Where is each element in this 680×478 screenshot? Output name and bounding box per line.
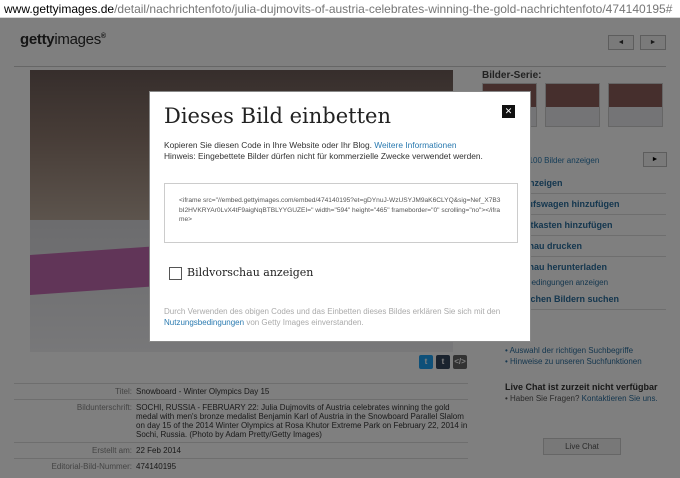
address-bar[interactable]: www.gettyimages.de/detail/nachrichtenfot… bbox=[0, 0, 680, 18]
dialog-description: Kopieren Sie diesen Code in Ihre Website… bbox=[164, 140, 483, 161]
dialog-title: Dieses Bild einbetten bbox=[164, 104, 391, 128]
url-host: www.gettyimages.de bbox=[4, 2, 115, 16]
terms-link[interactable]: Nutzungsbedingungen bbox=[164, 318, 244, 327]
dialog-hint: Hinweis: Eingebettete Bilder dürfen nich… bbox=[164, 151, 483, 161]
preview-checkbox[interactable] bbox=[169, 267, 182, 280]
browser-window: www.gettyimages.de/detail/nachrichtenfot… bbox=[0, 0, 680, 478]
terms-text: Durch Verwenden des obigen Codes und das… bbox=[164, 307, 501, 327]
preview-checkbox-label[interactable]: Bildvorschau anzeigen bbox=[187, 266, 313, 279]
embed-dialog: Dieses Bild einbetten ✕ Kopieren Sie die… bbox=[149, 91, 531, 342]
close-icon[interactable]: ✕ bbox=[502, 105, 515, 118]
url-path: /detail/nachrichtenfoto/julia-dujmovits-… bbox=[114, 2, 673, 16]
more-info-link[interactable]: Weitere Informationen bbox=[374, 140, 456, 150]
embed-code-field[interactable]: <iframe src="//embed.gettyimages.com/emb… bbox=[164, 183, 518, 243]
